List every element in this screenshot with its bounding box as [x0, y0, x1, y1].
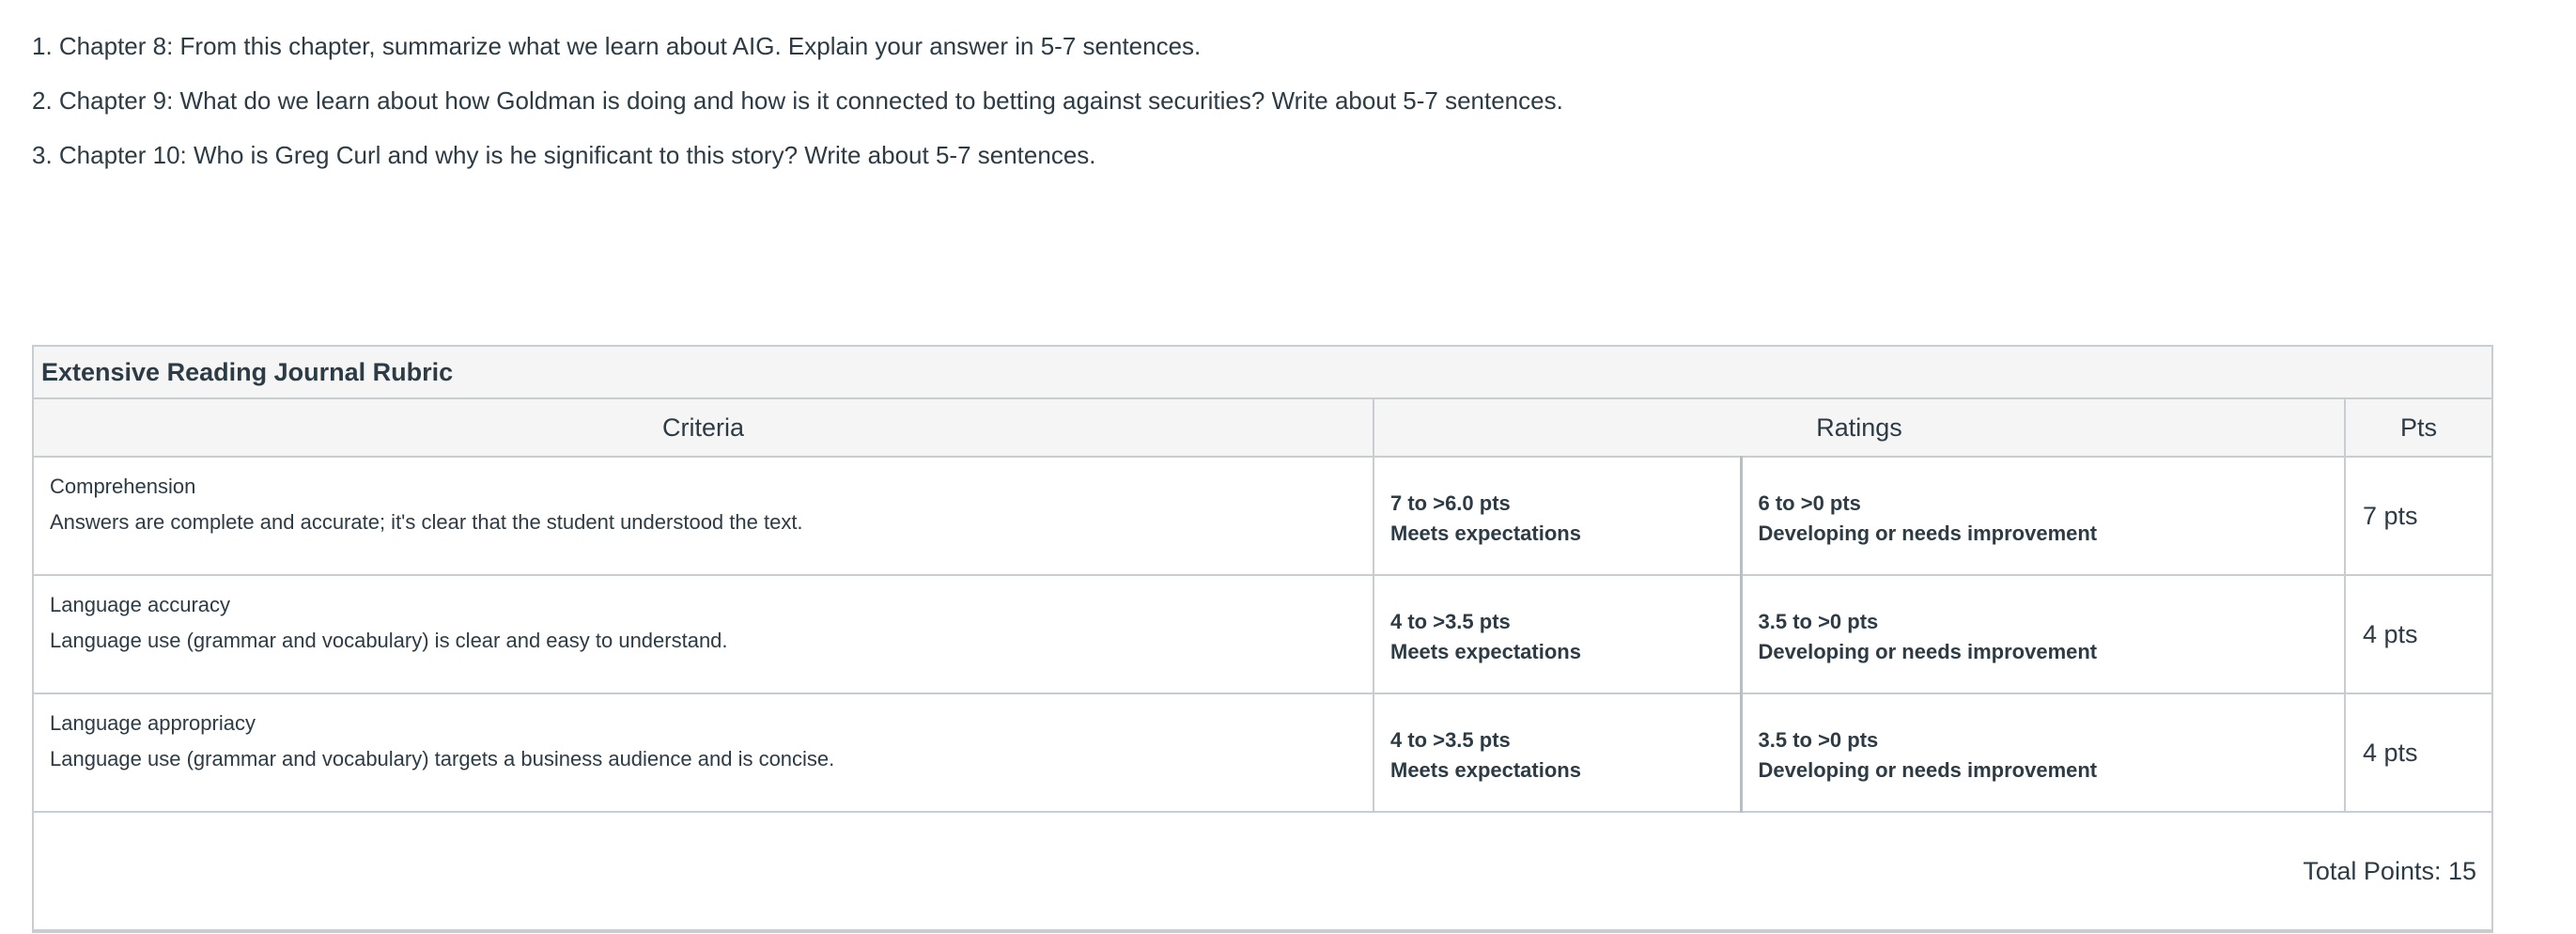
- criterion-name: Comprehension: [50, 475, 196, 498]
- rating-cell: 4 to >3.5 pts Meets expectations: [1373, 575, 1743, 694]
- table-row: Language accuracy Language use (grammar …: [34, 575, 2492, 694]
- rating-points: 4 to >3.5 pts: [1390, 610, 1511, 633]
- rating-label: Developing or needs improvement: [1758, 758, 2098, 782]
- rating-cell: 3.5 to >0 pts Developing or needs improv…: [1741, 575, 2347, 694]
- rating-cell: 6 to >0 pts Developing or needs improvem…: [1741, 457, 2347, 576]
- criteria-header: Criteria: [34, 399, 1374, 458]
- rubric-table-container: Extensive Reading Journal Rubric Criteri…: [32, 345, 2493, 933]
- rating-label: Developing or needs improvement: [1758, 521, 2098, 545]
- ratings-header: Ratings: [1373, 399, 2347, 458]
- rubric-table: Criteria Ratings Pts Comprehension Answe…: [34, 399, 2492, 931]
- table-row: Comprehension Answers are complete and a…: [34, 457, 2492, 576]
- pts-header: Pts: [2345, 399, 2492, 458]
- rating-cell: 3.5 to >0 pts Developing or needs improv…: [1741, 693, 2347, 813]
- pts-cell: 4 pts: [2345, 693, 2492, 813]
- criterion-cell: Comprehension Answers are complete and a…: [34, 457, 1374, 576]
- rubric-title: Extensive Reading Journal Rubric: [34, 347, 2491, 399]
- rating-points: 3.5 to >0 pts: [1758, 610, 1879, 633]
- rubric-header-row: Criteria Ratings Pts: [34, 399, 2492, 458]
- total-points: Total Points: 15: [34, 812, 2492, 931]
- table-row: Language appropriacy Language use (gramm…: [34, 693, 2492, 813]
- pts-cell: 4 pts: [2345, 575, 2492, 694]
- criterion-description: Language use (grammar and vocabulary) ta…: [50, 747, 835, 771]
- criterion-cell: Language appropriacy Language use (gramm…: [34, 693, 1374, 813]
- criterion-description: Language use (grammar and vocabulary) is…: [50, 629, 728, 652]
- rating-points: 3.5 to >0 pts: [1758, 728, 1879, 752]
- pts-cell: 7 pts: [2345, 457, 2492, 576]
- question-list: 1. Chapter 8: From this chapter, summari…: [32, 24, 2475, 188]
- criterion-name: Language accuracy: [50, 593, 231, 616]
- question-item: 1. Chapter 8: From this chapter, summari…: [32, 32, 1202, 60]
- rating-cell: 7 to >6.0 pts Meets expectations: [1373, 457, 1743, 576]
- rating-label: Developing or needs improvement: [1758, 640, 2098, 663]
- criterion-description: Answers are complete and accurate; it's …: [50, 510, 803, 534]
- criterion-name: Language appropriacy: [50, 711, 256, 735]
- rating-cell: 4 to >3.5 pts Meets expectations: [1373, 693, 1743, 813]
- criterion-cell: Language accuracy Language use (grammar …: [34, 575, 1374, 694]
- question-item: 3. Chapter 10: Who is Greg Curl and why …: [32, 141, 1096, 169]
- rating-points: 6 to >0 pts: [1758, 491, 1861, 515]
- rating-label: Meets expectations: [1390, 521, 1581, 545]
- rating-label: Meets expectations: [1390, 640, 1581, 663]
- question-item: 2. Chapter 9: What do we learn about how…: [32, 86, 1563, 115]
- total-row: Total Points: 15: [34, 812, 2492, 931]
- rating-points: 4 to >3.5 pts: [1390, 728, 1511, 752]
- rating-label: Meets expectations: [1390, 758, 1581, 782]
- rating-points: 7 to >6.0 pts: [1390, 491, 1511, 515]
